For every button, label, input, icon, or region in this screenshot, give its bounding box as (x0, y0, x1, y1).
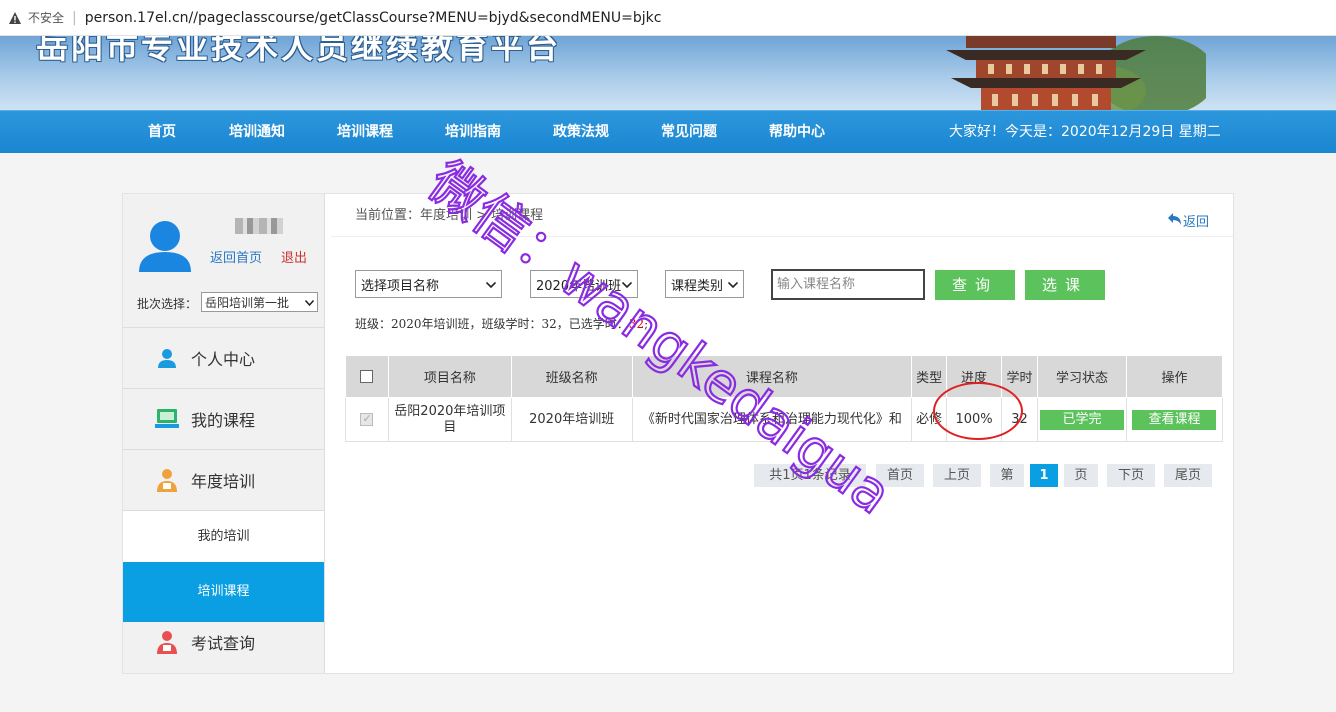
header-select-all[interactable] (345, 355, 389, 398)
cell-project: 岳阳2020年培训项目 (387, 397, 512, 442)
last-page-button[interactable]: 尾页 (1164, 464, 1212, 487)
date-greeting: 大家好！今天是：2020年12月29日 星期二 (949, 124, 1221, 140)
cell-hours: 32 (1001, 397, 1038, 442)
site-banner: 岳阳市专业技术人员继续教育平台 (0, 36, 1336, 110)
table-header-row: 项目名称 班级名称 课程名称 类型 进度 学时 学习状态 操作 (345, 355, 1224, 398)
logout-link[interactable]: 退出 (281, 247, 307, 266)
nav-training-notice[interactable]: 培训通知 (229, 111, 285, 154)
chevron-down-icon (304, 295, 315, 309)
column-header: 进度 (946, 355, 1003, 398)
menu-label: 年度培训 (191, 472, 256, 491)
class-select[interactable]: 2020年培训班 (530, 270, 638, 298)
chevron-down-icon (621, 277, 633, 292)
prev-page-button[interactable]: 上页 (933, 464, 981, 487)
cell-status: 已学完 (1036, 397, 1127, 442)
course-name-input[interactable] (771, 269, 925, 300)
username-blurred (235, 218, 283, 234)
chevron-down-icon (485, 277, 497, 292)
column-header: 学时 (1001, 355, 1038, 398)
avatar-icon (139, 221, 191, 272)
person-icon (155, 346, 179, 370)
nav-policies[interactable]: 政策法规 (553, 111, 609, 154)
select-course-button[interactable]: 选课 (1025, 270, 1105, 300)
menu-label: 我的课程 (191, 411, 256, 430)
nav-training-guide[interactable]: 培训指南 (445, 111, 501, 154)
chevron-down-icon (727, 277, 739, 292)
main-nav: 首页 培训通知 培训课程 培训指南 政策法规 常见问题 帮助中心 大家好！今天是… (0, 110, 1336, 153)
batch-label: 批次选择： (137, 297, 198, 311)
page-suffix: 页 (1064, 464, 1098, 487)
address-separator: | (72, 9, 77, 26)
batch-select[interactable]: 岳阳培训第一批 (201, 292, 318, 312)
nav-home[interactable]: 首页 (148, 111, 176, 154)
view-course-button[interactable]: 查看课程 (1132, 409, 1217, 430)
nav-help-center[interactable]: 帮助中心 (769, 111, 825, 154)
column-header: 课程名称 (631, 355, 913, 398)
class-info: 班级：2020年培训班，班级学时：32，已选学时：32; (355, 315, 648, 332)
main-panel: 返回首页 退出 批次选择： 岳阳培训第一批 个人中心 我的课程 年度培训 我的培… (122, 193, 1234, 674)
nav-training-courses[interactable]: 培训课程 (337, 111, 393, 154)
cell-class: 2020年培训班 (510, 397, 633, 442)
back-label: 返回 (1183, 215, 1210, 230)
query-button[interactable]: 查询 (935, 270, 1015, 300)
column-header: 类型 (911, 355, 948, 398)
row-select-cell (345, 397, 389, 442)
submenu-my-training[interactable]: 我的培训 (123, 511, 324, 563)
select-all-checkbox[interactable] (360, 370, 374, 383)
url-text[interactable]: person.17el.cn//pageclasscourse/getClass… (85, 10, 662, 26)
next-page-button[interactable]: 下页 (1107, 464, 1155, 487)
column-header: 学习状态 (1036, 355, 1127, 398)
selected-hours: 32 (628, 317, 645, 331)
page-prefix: 第 (990, 464, 1024, 487)
menu-my-courses[interactable]: 我的课程 (123, 389, 324, 449)
status-badge: 已学完 (1039, 409, 1124, 430)
category-select-value: 课程类别 (671, 278, 724, 294)
nav-faq[interactable]: 常见问题 (661, 111, 717, 154)
class-info-text: 班级：2020年培训班，班级学时：32，已选学时： (355, 317, 629, 331)
cell-course: 《新时代国家治理体系和治理能力现代化》和 (631, 397, 913, 442)
project-select-value: 选择项目名称 (361, 278, 440, 294)
pagination-summary: 共1页1条记录 (754, 464, 866, 487)
menu-personal-center[interactable]: 个人中心 (123, 328, 324, 388)
exam-icon (155, 630, 179, 654)
breadcrumb: 当前位置：年度培训 > 培训课程 (355, 208, 544, 223)
cell-type: 必修 (911, 397, 948, 442)
class-select-value: 2020年培训班 (536, 278, 622, 294)
content-divider (331, 236, 1233, 237)
back-link[interactable]: 返回 (1167, 211, 1209, 230)
insecure-label: 不安全 (28, 11, 65, 25)
course-table: 项目名称 班级名称 课程名称 类型 进度 学时 学习状态 操作 岳阳2020年培… (345, 355, 1224, 442)
first-page-button[interactable]: 首页 (876, 464, 924, 487)
computer-icon (155, 407, 179, 431)
menu-label: 个人中心 (191, 350, 256, 369)
cell-progress: 100% (946, 397, 1003, 442)
sidebar: 返回首页 退出 批次选择： 岳阳培训第一批 个人中心 我的课程 年度培训 我的培… (123, 194, 325, 673)
menu-annual-training[interactable]: 年度培训 (123, 450, 324, 510)
menu-label: 考试查询 (191, 634, 256, 653)
cell-action: 查看课程 (1125, 397, 1224, 442)
current-page[interactable]: 1 (1030, 464, 1058, 487)
address-bar[interactable]: 不安全 | person.17el.cn//pageclasscourse/ge… (0, 0, 1336, 36)
return-arrow-icon (1167, 212, 1183, 230)
category-select[interactable]: 课程类别 (665, 270, 744, 298)
batch-select-value: 岳阳培训第一批 (205, 295, 290, 310)
teacher-icon (155, 468, 179, 492)
row-checkbox (360, 411, 374, 427)
class-info-suffix: ; (644, 317, 649, 331)
pavilion-image (946, 36, 1146, 110)
column-header: 操作 (1125, 355, 1224, 398)
column-header: 班级名称 (510, 355, 633, 398)
warning-icon (8, 11, 22, 25)
project-select[interactable]: 选择项目名称 (355, 270, 502, 298)
back-home-link[interactable]: 返回首页 (210, 247, 262, 266)
menu-exam-query[interactable]: 考试查询 (123, 612, 324, 672)
site-title: 岳阳市专业技术人员继续教育平台 (36, 36, 562, 66)
table-row: 岳阳2020年培训项目 2020年培训班 《新时代国家治理体系和治理能力现代化》… (345, 397, 1224, 442)
column-header: 项目名称 (387, 355, 512, 398)
